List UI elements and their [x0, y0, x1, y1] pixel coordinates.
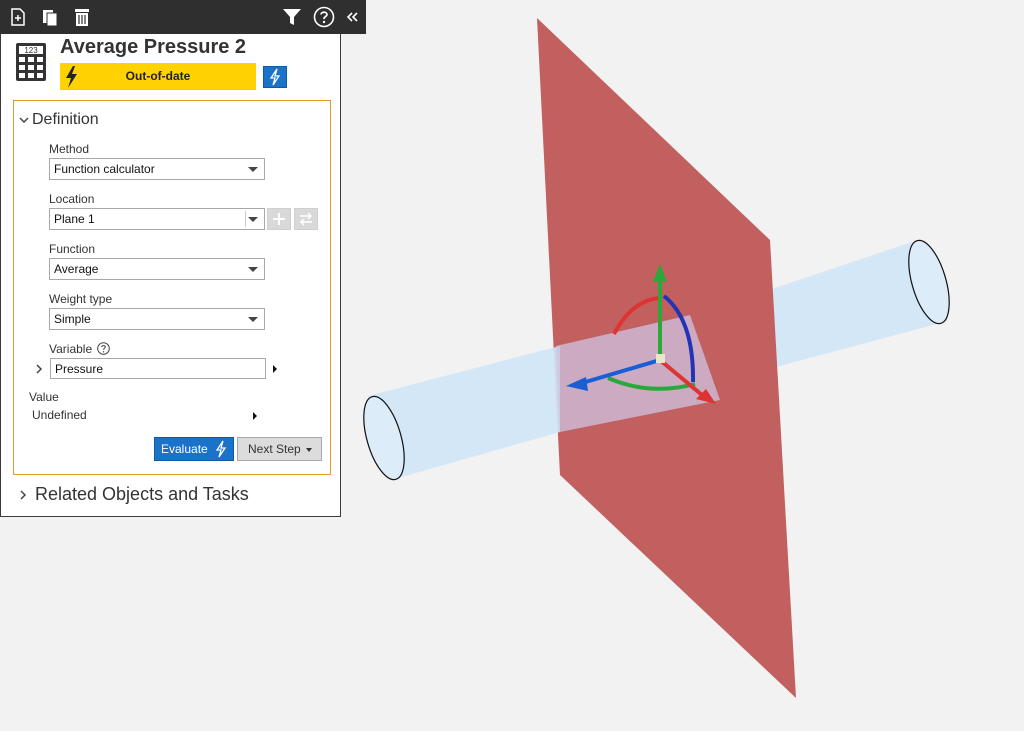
- variable-field[interactable]: Pressure: [50, 358, 266, 379]
- chevron-down-icon: [19, 117, 29, 124]
- variable-label-text: Variable: [49, 342, 93, 356]
- chevron-down-icon: [248, 267, 258, 272]
- location-select[interactable]: Plane 1: [49, 208, 265, 230]
- related-header[interactable]: Related Objects and Tasks: [17, 484, 249, 505]
- lightning-badge-icon: [60, 63, 86, 90]
- plus-icon: [273, 213, 285, 225]
- filter-icon[interactable]: [281, 6, 303, 28]
- definition-header[interactable]: Definition: [18, 111, 99, 129]
- status-badge: Out-of-date: [60, 63, 256, 90]
- weight-type-value: Simple: [54, 312, 91, 326]
- add-location-button[interactable]: [267, 208, 291, 230]
- method-select[interactable]: Function calculator: [49, 158, 265, 180]
- evaluate-label: Evaluate: [161, 442, 208, 456]
- divider: [245, 211, 246, 227]
- location-value: Plane 1: [54, 212, 95, 226]
- chevron-down-icon: [248, 217, 258, 222]
- definition-section: Definition Method Function calculator Lo…: [13, 100, 331, 475]
- properties-panel: 123 Average Pressure 2 Out-of-date Defin…: [0, 34, 341, 517]
- chevron-down-icon: [248, 167, 258, 172]
- function-select[interactable]: Average: [49, 258, 265, 280]
- function-value: Average: [54, 262, 99, 276]
- 3d-viewport[interactable]: [342, 0, 1024, 728]
- chevron-right-icon[interactable]: [34, 363, 44, 375]
- function-label: Function: [49, 242, 96, 256]
- method-value: Function calculator: [54, 162, 155, 176]
- help-icon[interactable]: [97, 342, 111, 355]
- lightning-icon: [269, 68, 281, 86]
- toolbar: [0, 0, 366, 34]
- variable-label: Variable: [49, 342, 111, 356]
- next-step-label: Next Step: [248, 442, 301, 456]
- svg-text:123: 123: [24, 46, 38, 55]
- help-icon[interactable]: [313, 6, 335, 28]
- new-document-icon[interactable]: [7, 6, 29, 28]
- caret-down-icon: [306, 448, 312, 452]
- chevron-down-icon: [248, 317, 258, 322]
- value-menu-arrow-icon[interactable]: [253, 412, 257, 420]
- scene-canvas: [363, 18, 950, 698]
- trash-icon[interactable]: [71, 6, 93, 28]
- weight-type-select[interactable]: Simple: [49, 308, 265, 330]
- weight-type-label: Weight type: [49, 292, 113, 306]
- update-button[interactable]: [263, 66, 287, 88]
- evaluate-button[interactable]: Evaluate: [154, 437, 234, 461]
- swap-icon: [299, 212, 313, 226]
- value-text: Undefined: [32, 408, 87, 422]
- next-step-button[interactable]: Next Step: [237, 437, 322, 461]
- variable-menu-arrow-icon[interactable]: [273, 365, 277, 373]
- calculator-icon: 123: [15, 42, 47, 82]
- status-text: Out-of-date: [125, 69, 191, 83]
- related-header-label: Related Objects and Tasks: [35, 484, 249, 504]
- value-label: Value: [29, 390, 59, 404]
- lightning-icon: [215, 440, 227, 458]
- location-label: Location: [49, 192, 95, 206]
- gizmo-center[interactable]: [656, 354, 665, 363]
- object-title: Average Pressure 2: [60, 36, 247, 58]
- variable-value: Pressure: [55, 362, 104, 376]
- swap-location-button[interactable]: [294, 208, 318, 230]
- method-label: Method: [49, 142, 90, 156]
- definition-header-label: Definition: [32, 111, 99, 128]
- chevron-right-icon: [20, 489, 27, 500]
- copy-icon[interactable]: [39, 6, 61, 28]
